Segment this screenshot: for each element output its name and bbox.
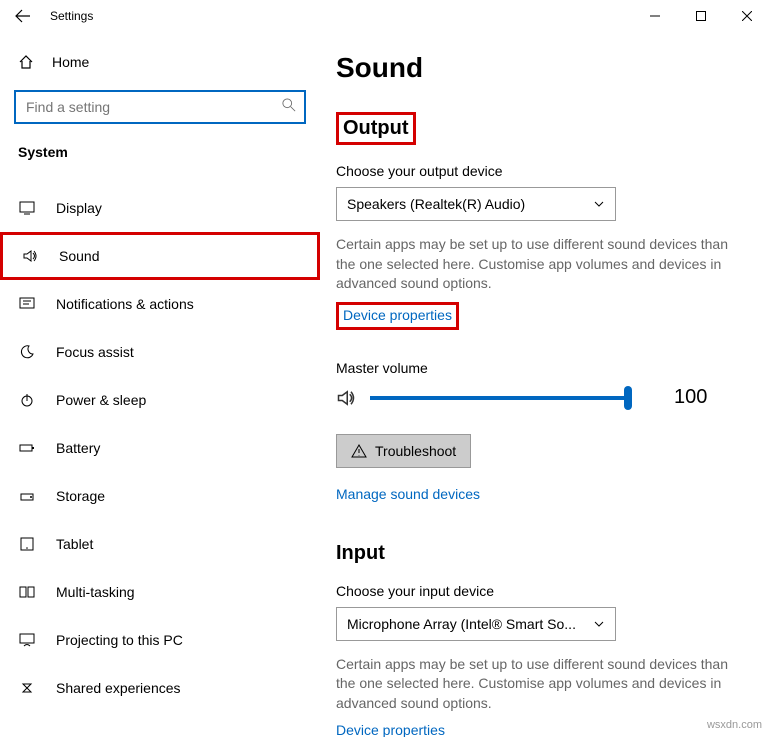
titlebar: Settings xyxy=(0,0,770,32)
storage-icon xyxy=(18,488,36,504)
home-nav[interactable]: Home xyxy=(0,42,320,82)
output-help-text: Certain apps may be set up to use differ… xyxy=(336,235,746,294)
sidebar-item-storage[interactable]: Storage xyxy=(0,472,320,520)
watermark: wsxdn.com xyxy=(707,719,762,731)
sidebar-item-projecting[interactable]: Projecting to this PC xyxy=(0,616,320,664)
sidebar-item-multitasking[interactable]: Multi-tasking xyxy=(0,568,320,616)
output-device-select[interactable]: Speakers (Realtek(R) Audio) xyxy=(336,187,616,221)
sidebar: Home System Display Sound Notifications … xyxy=(0,32,320,737)
close-button[interactable] xyxy=(724,0,770,32)
projecting-icon xyxy=(18,632,36,648)
troubleshoot-label: Troubleshoot xyxy=(375,443,456,459)
output-heading: Output xyxy=(343,117,409,140)
warning-icon xyxy=(351,443,367,459)
sidebar-item-power[interactable]: Power & sleep xyxy=(0,376,320,424)
slider-thumb[interactable] xyxy=(624,386,632,410)
output-choose-label: Choose your output device xyxy=(336,163,756,179)
sidebar-item-label: Notifications & actions xyxy=(56,296,194,312)
sidebar-item-label: Projecting to this PC xyxy=(56,632,183,648)
display-icon xyxy=(18,200,36,216)
search-box[interactable] xyxy=(14,90,306,124)
battery-icon xyxy=(18,440,36,456)
output-device-properties-link[interactable]: Device properties xyxy=(343,307,452,323)
volume-value: 100 xyxy=(674,386,707,409)
home-label: Home xyxy=(52,54,89,70)
troubleshoot-button[interactable]: Troubleshoot xyxy=(336,434,471,468)
volume-slider[interactable] xyxy=(370,386,630,410)
sidebar-item-label: Focus assist xyxy=(56,344,134,360)
sidebar-item-notifications[interactable]: Notifications & actions xyxy=(0,280,320,328)
search-icon xyxy=(282,98,296,112)
chevron-down-icon xyxy=(593,618,605,630)
sidebar-item-label: Power & sleep xyxy=(56,392,146,408)
sidebar-item-focus-assist[interactable]: Focus assist xyxy=(0,328,320,376)
sidebar-item-label: Battery xyxy=(56,440,100,456)
output-device-value: Speakers (Realtek(R) Audio) xyxy=(347,196,525,212)
sidebar-item-label: Tablet xyxy=(56,536,93,552)
sidebar-item-label: Multi-tasking xyxy=(56,584,135,600)
multitasking-icon xyxy=(18,584,36,600)
master-volume-label: Master volume xyxy=(336,360,756,376)
sidebar-item-label: Display xyxy=(56,200,102,216)
back-button[interactable] xyxy=(0,0,46,32)
input-heading: Input xyxy=(336,542,756,565)
power-icon xyxy=(18,392,36,408)
page-title: Sound xyxy=(336,52,756,84)
sidebar-item-label: Shared experiences xyxy=(56,680,181,696)
volume-row: 100 xyxy=(336,386,756,410)
maximize-button[interactable] xyxy=(678,0,724,32)
sidebar-item-shared[interactable]: Shared experiences xyxy=(0,664,320,712)
moon-icon xyxy=(18,344,36,360)
input-help-text: Certain apps may be set up to use differ… xyxy=(336,655,746,714)
section-label: System xyxy=(0,138,320,184)
window-controls xyxy=(632,0,770,32)
tablet-icon xyxy=(18,536,36,552)
sound-icon xyxy=(21,248,39,264)
sidebar-item-tablet[interactable]: Tablet xyxy=(0,520,320,568)
sidebar-item-sound[interactable]: Sound xyxy=(0,232,320,280)
main-panel: Sound Output Choose your output device S… xyxy=(320,32,770,737)
shared-icon xyxy=(18,680,36,696)
notifications-icon xyxy=(18,296,36,312)
manage-sound-devices-link[interactable]: Manage sound devices xyxy=(336,486,480,502)
volume-icon[interactable] xyxy=(336,388,356,408)
back-arrow-icon xyxy=(15,8,31,24)
search-input[interactable] xyxy=(14,90,306,124)
sidebar-item-label: Storage xyxy=(56,488,105,504)
input-device-properties-link[interactable]: Device properties xyxy=(336,722,445,737)
sidebar-item-label: Sound xyxy=(59,248,99,264)
sidebar-item-display[interactable]: Display xyxy=(0,184,320,232)
minimize-button[interactable] xyxy=(632,0,678,32)
input-device-value: Microphone Array (Intel® Smart So... xyxy=(347,616,576,632)
window-title: Settings xyxy=(46,9,93,23)
sidebar-item-battery[interactable]: Battery xyxy=(0,424,320,472)
chevron-down-icon xyxy=(593,198,605,210)
input-device-select[interactable]: Microphone Array (Intel® Smart So... xyxy=(336,607,616,641)
home-icon xyxy=(18,54,34,70)
input-choose-label: Choose your input device xyxy=(336,583,756,599)
